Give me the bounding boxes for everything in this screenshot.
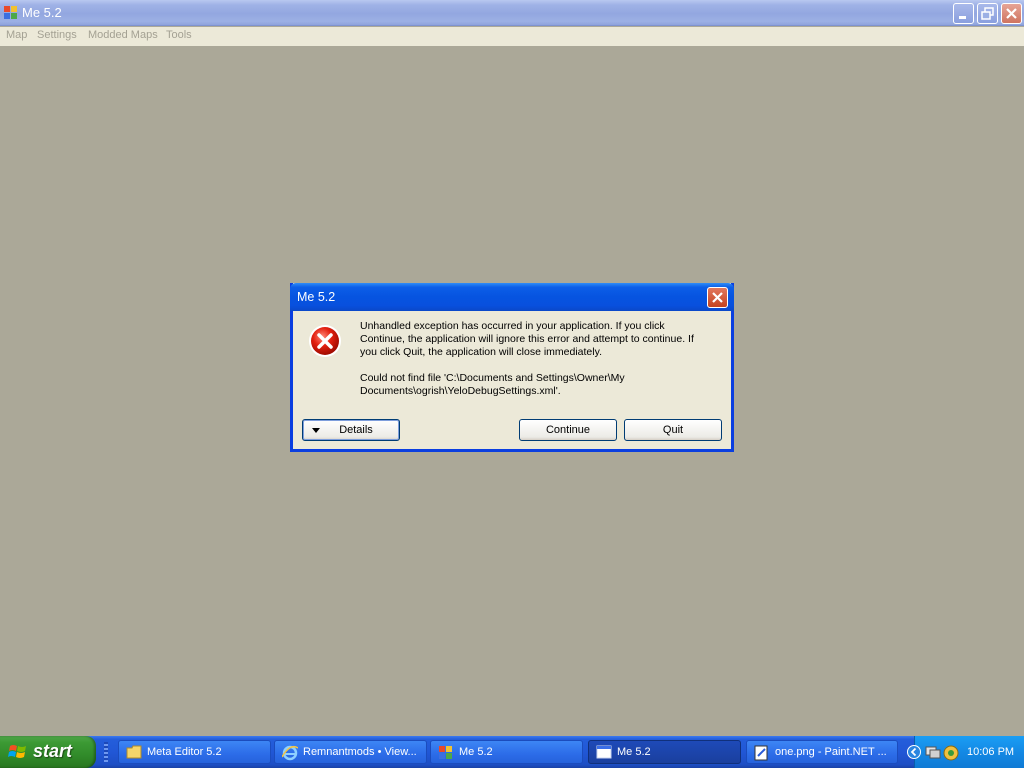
window-icon — [596, 745, 612, 759]
task-meta-editor[interactable]: Meta Editor 5.2 — [118, 740, 271, 764]
folder-icon — [126, 745, 142, 759]
clock: 10:06 PM — [967, 746, 1015, 758]
windows-logo-icon — [8, 745, 26, 758]
dialog-titlebar[interactable]: Me 5.2 — [290, 283, 734, 311]
menu-modded-maps[interactable]: Modded Maps — [88, 29, 158, 41]
close-icon — [1006, 8, 1017, 19]
taskbar-grip[interactable] — [104, 742, 108, 762]
close-icon — [712, 292, 723, 303]
task-paint-net[interactable]: one.png - Paint.NET ... — [746, 740, 898, 764]
error-message-detail: Could not find file 'C:\Documents and Se… — [360, 372, 625, 397]
paint-icon — [754, 745, 768, 761]
dialog-title: Me 5.2 — [297, 290, 336, 304]
task-me-52-active[interactable]: Me 5.2 — [588, 740, 741, 764]
ie-icon — [282, 745, 298, 761]
menu-settings[interactable]: Settings — [37, 29, 77, 41]
taskbar: start Meta Editor 5.2 Remnantmods • View… — [0, 736, 1024, 768]
start-button[interactable]: start — [0, 736, 96, 768]
start-label: start — [33, 741, 73, 761]
task-label: one.png - Paint.NET ... — [775, 746, 887, 758]
update-icon[interactable] — [943, 745, 959, 761]
menu-bar: Map Settings Modded Maps Tools — [0, 27, 1024, 46]
task-label: Me 5.2 — [459, 746, 493, 758]
task-label: Me 5.2 — [617, 746, 651, 758]
window-title: Me 5.2 — [22, 5, 62, 20]
quit-button[interactable]: Quit — [624, 419, 722, 441]
menu-map[interactable]: Map — [6, 29, 27, 41]
task-me-52[interactable]: Me 5.2 — [430, 740, 583, 764]
restore-icon — [981, 7, 994, 20]
minimize-button[interactable] — [953, 3, 974, 24]
task-label: Meta Editor 5.2 — [147, 746, 222, 758]
dialog-close-button[interactable] — [707, 287, 728, 308]
task-remnantmods[interactable]: Remnantmods • View... — [274, 740, 427, 764]
error-icon — [309, 325, 341, 357]
window-titlebar[interactable]: Me 5.2 — [0, 0, 1024, 26]
error-dialog: Me 5.2 Unhandled exception has occurred … — [290, 283, 734, 452]
restore-button[interactable] — [977, 3, 998, 24]
details-label: Details — [339, 424, 373, 436]
app-icon — [439, 746, 452, 759]
task-label: Remnantmods • View... — [303, 746, 417, 758]
menu-tools[interactable]: Tools — [166, 29, 192, 41]
system-tray: 10:06 PM — [907, 736, 1024, 768]
error-message-main: Unhandled exception has occurred in your… — [360, 320, 694, 358]
show-hidden-icons-button[interactable] — [907, 745, 921, 759]
details-button[interactable]: Details — [302, 419, 400, 441]
minimize-icon — [959, 16, 966, 19]
close-button[interactable] — [1001, 3, 1022, 24]
continue-button[interactable]: Continue — [519, 419, 617, 441]
app-icon — [4, 6, 17, 19]
error-message: Unhandled exception has occurred in your… — [360, 320, 710, 398]
network-icon[interactable] — [925, 745, 941, 759]
